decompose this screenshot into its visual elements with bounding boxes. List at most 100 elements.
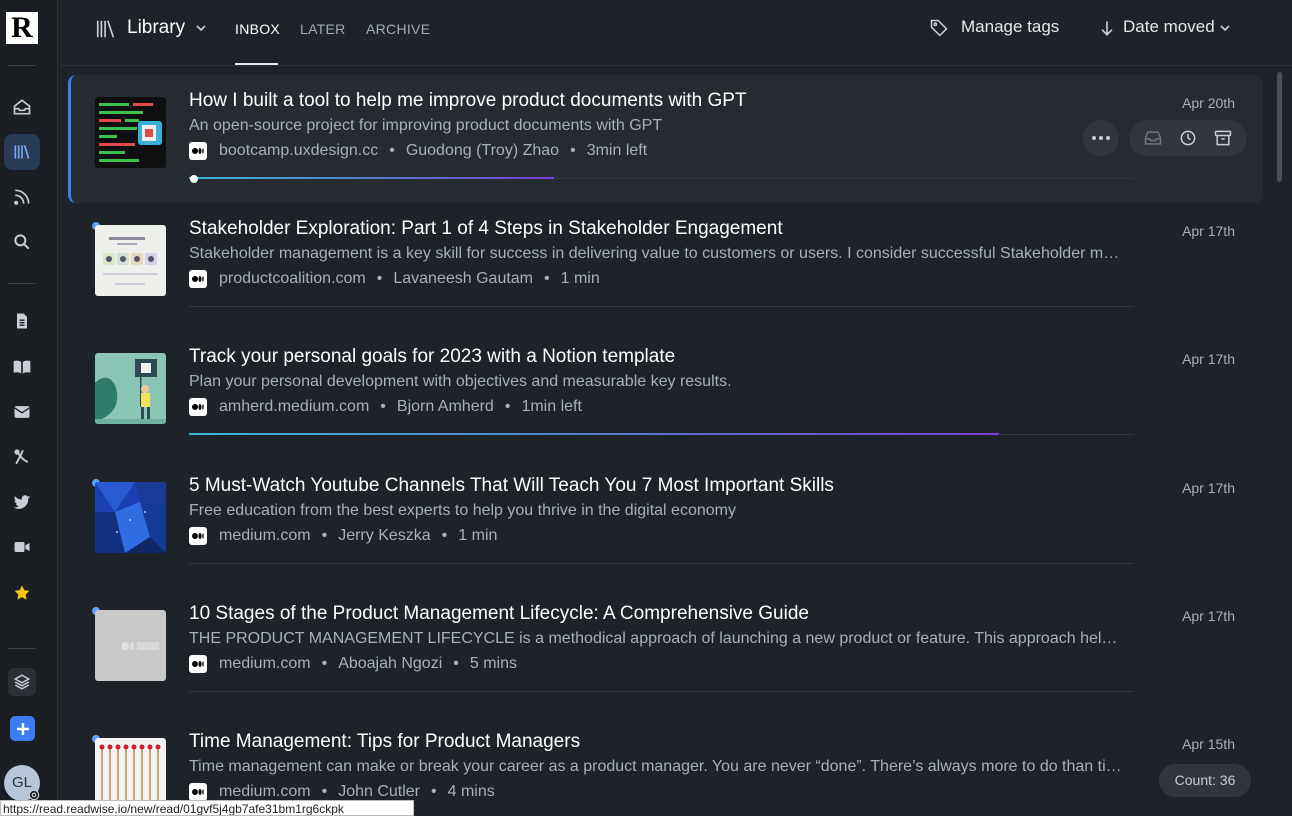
add-icon[interactable] [10,716,35,741]
inbox-icon[interactable] [1143,128,1163,148]
book-icon[interactable] [4,349,40,385]
item-site: bootcamp.uxdesign.cc [219,142,379,159]
item-title[interactable]: Time Management: Tips for Product Manage… [189,731,580,753]
item-reading-time: 3min left [586,142,648,159]
item-site: medium.com [219,527,311,544]
document-icon[interactable] [4,303,40,339]
meta-separator: • [441,527,448,544]
item-summary: Stakeholder management is a key skill fo… [189,245,1124,262]
item-reading-time: 5 mins [469,655,517,672]
meta-separator: • [453,655,459,672]
list-item[interactable]: Track your personal goals for 2023 with … [68,331,1263,459]
sidebar: R GL [0,0,58,816]
medium-icon [189,270,207,288]
item-summary: Plan your personal development with obje… [189,373,732,390]
app-logo[interactable]: R [6,12,38,44]
meta-separator: • [504,398,511,415]
list-item[interactable]: How I built a tool to help me improve pr… [68,75,1263,203]
arrow-down-icon[interactable] [1097,18,1117,38]
meta-separator: • [431,783,437,800]
chevron-down-icon[interactable] [1219,22,1231,34]
feed-icon[interactable] [4,179,40,215]
item-meta: medium.com • Aboajah Ngozi • 5 mins [189,655,517,673]
email-icon[interactable] [4,394,40,430]
item-title[interactable]: How I built a tool to help me improve pr… [189,90,747,112]
twitter-icon[interactable] [4,484,40,520]
tag-icon[interactable] [929,18,949,38]
tab-archive[interactable]: ARCHIVE [366,21,430,37]
item-meta: medium.com • John Cutler • 4 mins [189,783,495,800]
item-reading-time: 4 mins [447,783,495,800]
meta-separator: • [544,270,550,287]
item-author: Bjorn Amherd [396,398,494,415]
reading-progress-bar [189,177,554,179]
layers-icon[interactable] [8,668,36,696]
archive-icon[interactable] [1213,128,1233,148]
item-summary: An open-source project for improving pro… [189,117,663,134]
item-meta: productcoalition.com • Lavaneesh Gautam … [189,270,600,288]
sidebar-divider [8,283,36,284]
thumbnail-image [95,738,166,800]
row-divider [189,691,1134,692]
item-title[interactable]: 10 Stages of the Product Management Life… [189,603,809,625]
sidebar-divider [8,65,36,66]
item-date: Apr 17th [1182,223,1235,239]
meta-separator: • [389,142,395,159]
item-date: Apr 20th [1182,95,1235,111]
item-author: Guodong (Troy) Zhao [405,142,560,159]
row-divider [189,563,1134,564]
item-reading-time: 1min left [521,398,582,415]
search-icon[interactable] [4,224,40,260]
row-divider [189,306,1134,307]
meta-separator: • [321,655,328,672]
item-site: amherd.medium.com [219,398,370,415]
item-summary: Free education from the best experts to … [189,502,736,519]
chevron-down-icon[interactable] [195,22,207,34]
thumbnail-image [95,353,166,424]
home-icon[interactable] [4,89,40,125]
item-site: productcoalition.com [219,270,366,287]
meta-separator: • [380,398,386,415]
more-icon [1092,136,1110,140]
library-dropdown[interactable]: Library [127,17,185,39]
progress-knob [190,175,198,183]
item-reading-time: 1 min [560,270,600,287]
item-date: Apr 17th [1182,351,1235,367]
item-author: John Cutler [338,783,421,800]
tab-inbox[interactable]: INBOX [235,21,280,37]
item-title[interactable]: 5 Must-Watch Youtube Channels That Will … [189,475,834,497]
meta-separator: • [376,270,383,287]
scrollbar[interactable] [1277,72,1282,182]
clock-icon[interactable] [1178,128,1198,148]
item-author: Jerry Keszka [338,527,431,544]
item-summary: Time management can make or break your c… [189,758,1124,775]
list-item[interactable]: Time Management: Tips for Product Manage… [68,716,1263,800]
medium-icon [189,398,207,416]
list-item[interactable]: Stakeholder Exploration: Part 1 of 4 Ste… [68,203,1263,331]
sort-dropdown[interactable]: Date moved [1123,17,1215,37]
top-bar: Library INBOX LATER ARCHIVE Manage tags … [59,0,1292,66]
item-title[interactable]: Stakeholder Exploration: Part 1 of 4 Ste… [189,218,783,240]
star-icon[interactable] [4,575,40,611]
item-meta: amherd.medium.com • Bjorn Amherd • 1min … [189,398,582,416]
list-item[interactable]: 10 Stages of the Product Management Life… [68,588,1263,716]
item-date: Apr 17th [1182,608,1235,624]
manage-tags-button[interactable]: Manage tags [961,17,1059,37]
item-site: medium.com [219,783,311,800]
item-reading-time: 1 min [458,527,498,544]
meta-separator: • [321,783,328,800]
item-meta: bootcamp.uxdesign.cc • Guodong (Troy) Zh… [189,142,647,160]
library-icon[interactable] [4,134,40,170]
pdf-icon[interactable] [4,439,40,475]
more-options-button[interactable] [1083,120,1119,156]
video-icon[interactable] [4,529,40,565]
item-title[interactable]: Track your personal goals for 2023 with … [189,346,675,368]
tab-later[interactable]: LATER [300,21,346,37]
list-item[interactable]: 5 Must-Watch Youtube Channels That Will … [68,460,1263,588]
sidebar-divider [8,648,36,649]
thumbnail-image [95,482,166,553]
medium-icon [189,142,207,160]
medium-icon [189,527,207,545]
item-meta: medium.com • Jerry Keszka • 1 min [189,527,497,545]
item-author: Lavaneesh Gautam [393,270,534,287]
